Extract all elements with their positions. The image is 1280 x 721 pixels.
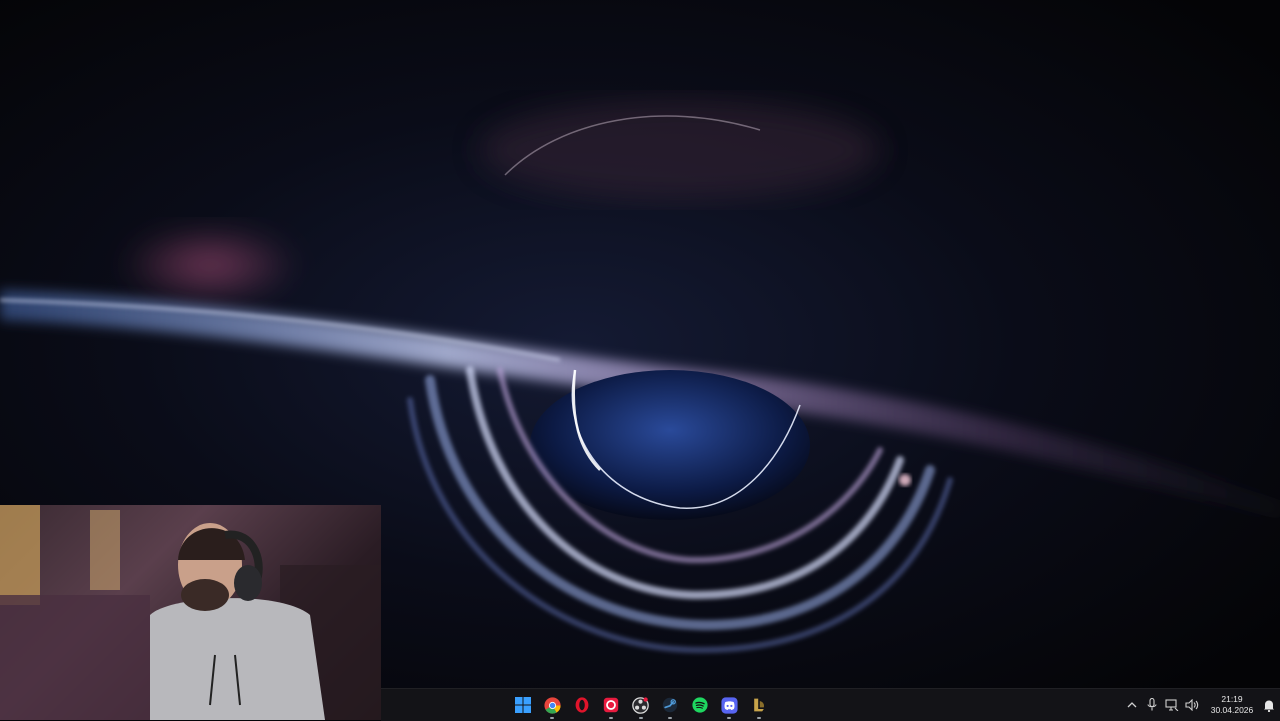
running-indicator xyxy=(609,717,614,719)
running-indicator xyxy=(756,717,761,719)
discord-icon xyxy=(721,696,738,714)
running-indicator xyxy=(550,717,555,719)
streamer-webcam-image xyxy=(0,505,381,720)
chevron-up-icon xyxy=(1127,702,1137,708)
volume-button[interactable] xyxy=(1182,689,1202,721)
app-red-button[interactable] xyxy=(597,689,627,721)
spotify-button[interactable] xyxy=(685,689,715,721)
clock-date: 30.04.2026 xyxy=(1210,705,1254,715)
league-button[interactable] xyxy=(744,689,774,721)
discord-button[interactable] xyxy=(715,689,745,721)
windows-icon xyxy=(514,697,531,713)
taskbar: 21:19 30.04.2026 xyxy=(381,688,1280,721)
start-button[interactable] xyxy=(508,689,538,721)
league-icon xyxy=(753,698,764,712)
speaker-icon xyxy=(1185,699,1199,711)
steam-button[interactable] xyxy=(656,689,686,721)
system-tray: 21:19 30.04.2026 xyxy=(1122,689,1280,721)
webcam-overlay xyxy=(0,505,381,720)
steam-icon xyxy=(663,697,678,713)
clock[interactable]: 21:19 30.04.2026 xyxy=(1206,694,1258,716)
obs-button[interactable] xyxy=(626,689,656,721)
opera-button[interactable] xyxy=(567,689,597,721)
bell-icon xyxy=(1264,700,1274,712)
network-button[interactable] xyxy=(1162,689,1182,721)
microphone-icon xyxy=(1147,698,1157,711)
running-indicator xyxy=(668,717,673,719)
spotify-icon xyxy=(692,697,708,713)
opera-icon xyxy=(575,697,589,713)
chrome-button[interactable] xyxy=(538,689,568,721)
clock-time: 21:19 xyxy=(1221,694,1243,704)
network-icon xyxy=(1165,699,1179,711)
chrome-icon xyxy=(544,696,561,714)
microphone-button[interactable] xyxy=(1142,689,1162,721)
app-red-icon xyxy=(604,697,619,713)
running-indicator xyxy=(727,717,732,719)
obs-icon xyxy=(632,696,650,714)
taskbar-apps xyxy=(508,689,774,721)
running-indicator xyxy=(638,717,643,719)
notifications-button[interactable] xyxy=(1258,689,1280,721)
show-hidden-icons-button[interactable] xyxy=(1122,689,1142,721)
